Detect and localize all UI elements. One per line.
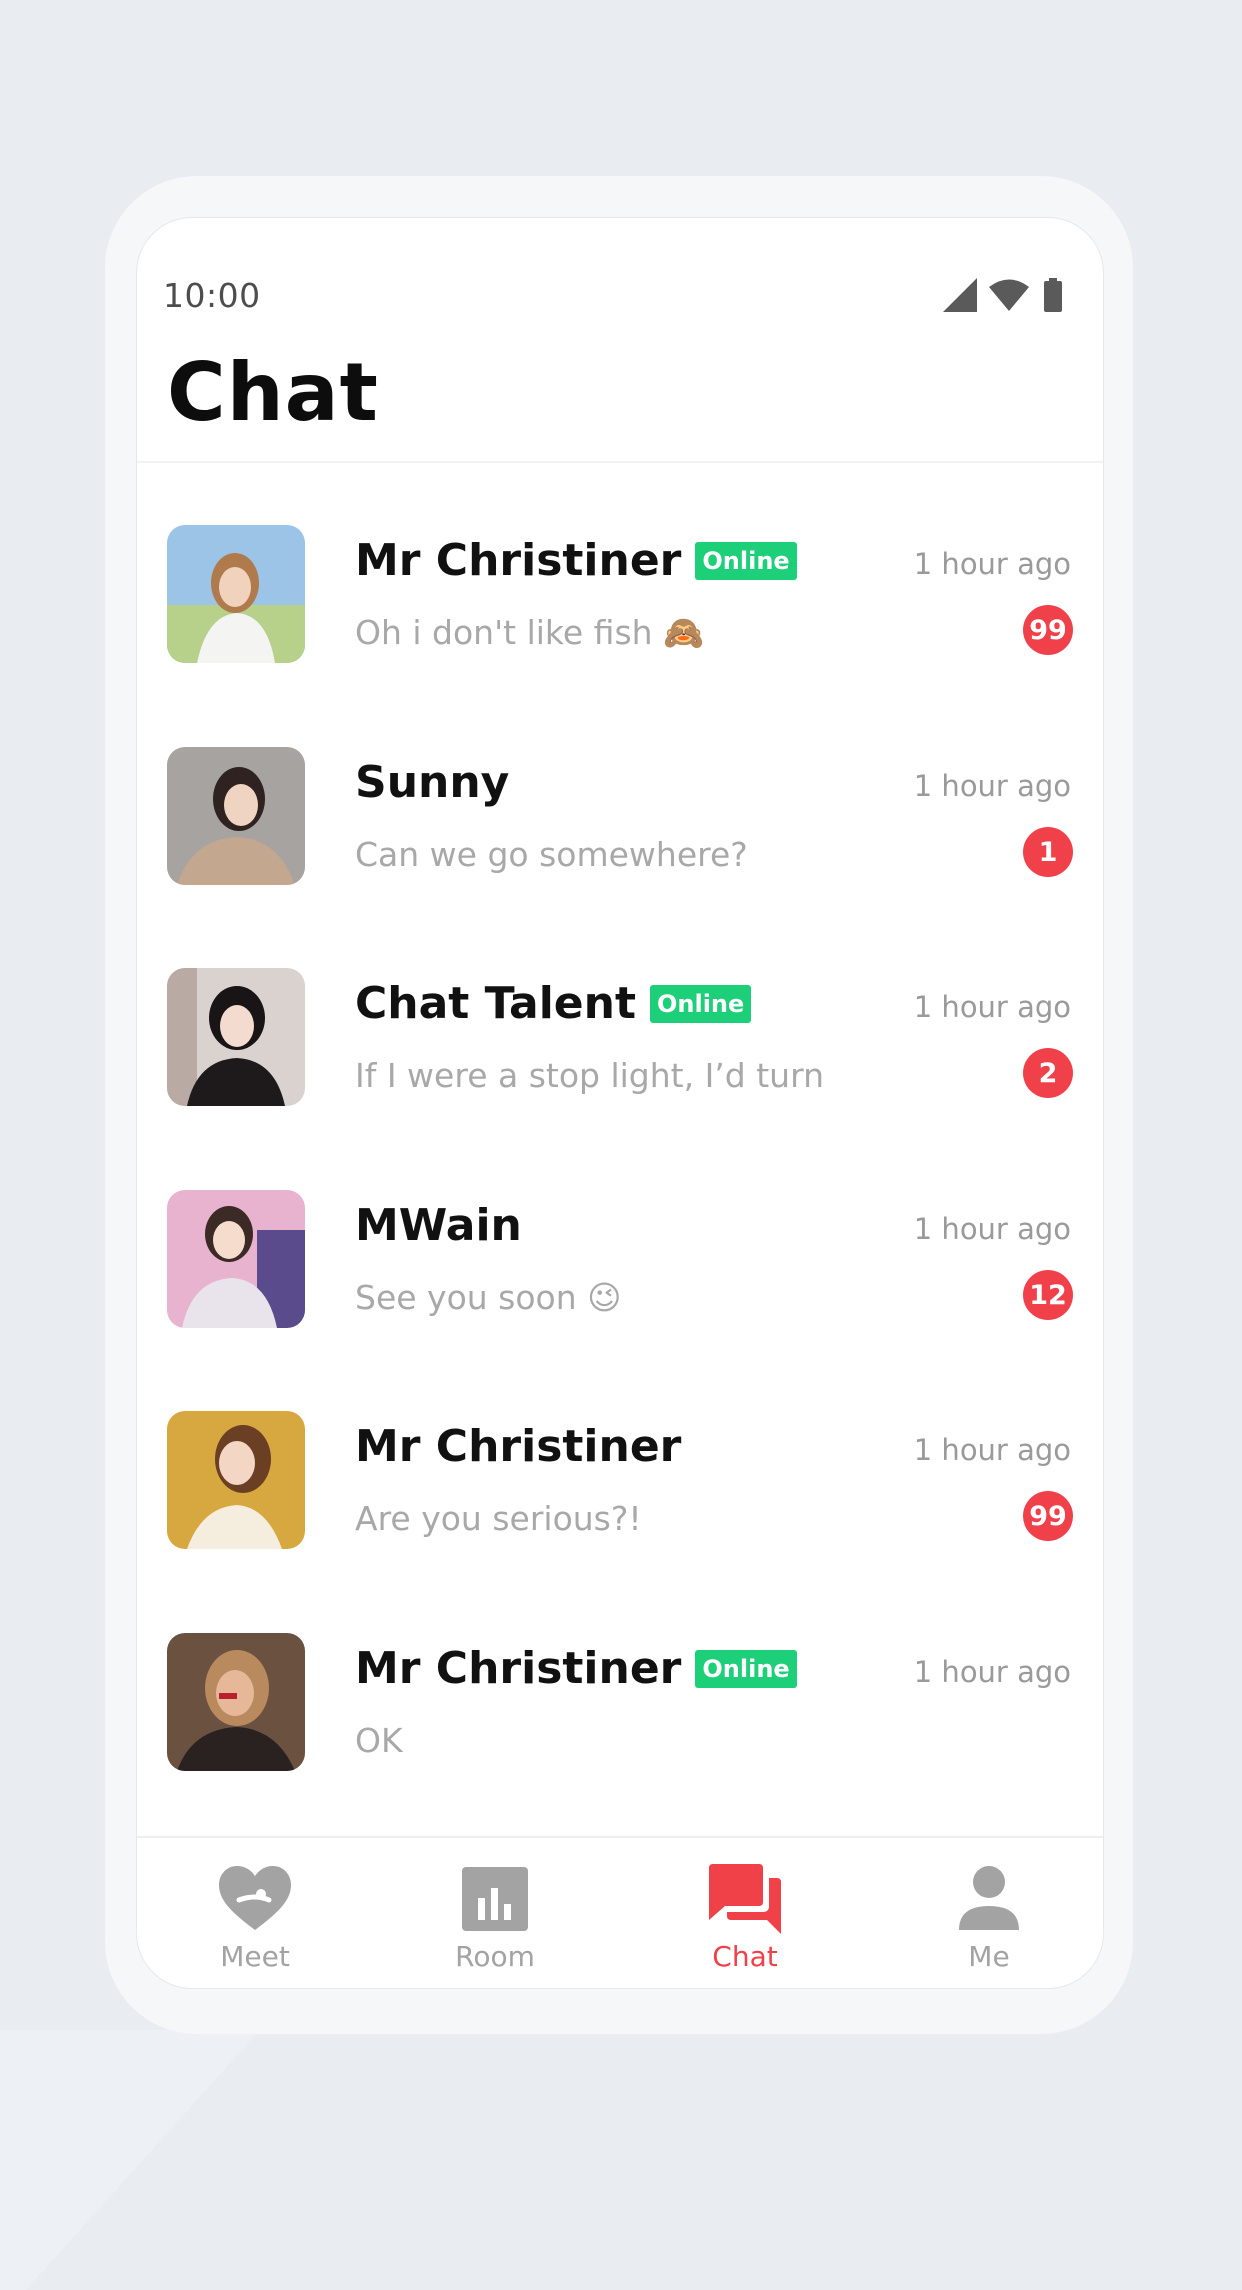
contact-name: Mr Christiner xyxy=(355,1421,682,1472)
tab-label: Chat xyxy=(712,1940,778,1973)
message-time: 1 hour ago xyxy=(913,547,1071,581)
chat-row[interactable]: MWain 1 hour ago See you soon 😉 12 xyxy=(137,1190,1103,1330)
avatar xyxy=(167,1190,305,1328)
contact-name: Mr Christiner xyxy=(355,535,682,586)
tab-meet[interactable]: Meet xyxy=(155,1838,355,1988)
heart-icon xyxy=(219,1866,291,1930)
bottom-tab-bar: Meet Room Chat Me xyxy=(137,1838,1103,1988)
chat-row[interactable]: Chat Talent Online 1 hour ago If I were … xyxy=(137,968,1103,1108)
contact-name: Chat Talent xyxy=(355,978,636,1029)
message-time: 1 hour ago xyxy=(913,1433,1071,1467)
chat-row[interactable]: Mr Christiner Online 1 hour ago Oh i don… xyxy=(137,525,1103,665)
message-time: 1 hour ago xyxy=(913,990,1071,1024)
online-badge: Online xyxy=(695,1649,797,1688)
contact-name: Mr Christiner xyxy=(355,1643,682,1694)
battery-icon xyxy=(1044,278,1062,312)
avatar xyxy=(167,747,305,885)
online-badge: Online xyxy=(695,541,797,580)
tab-room[interactable]: Room xyxy=(395,1838,595,1988)
chat-row[interactable]: Mr Christiner Online 1 hour ago OK xyxy=(137,1633,1103,1773)
unread-badge: 1 xyxy=(1023,827,1073,877)
contact-name: Sunny xyxy=(355,757,510,808)
phone-screen: 10:00 Chat Mr Christiner Online 1 hour a… xyxy=(136,217,1104,1989)
page-title: Chat xyxy=(167,346,379,439)
chat-name-row: Mr Christiner xyxy=(355,1421,681,1472)
last-message: See you soon 😉 xyxy=(355,1278,622,1317)
last-message: Oh i don't like fish 🙈 xyxy=(355,613,705,652)
person-icon xyxy=(959,1866,1019,1930)
avatar xyxy=(167,968,305,1106)
chat-name-row: MWain xyxy=(355,1200,522,1251)
online-badge: Online xyxy=(649,984,752,1023)
chat-name-row: Mr Christiner Online xyxy=(355,535,797,586)
avatar xyxy=(167,1633,305,1771)
chat-name-row: Chat Talent Online xyxy=(355,978,752,1029)
signal-icon xyxy=(943,278,977,312)
tab-chat[interactable]: Chat xyxy=(645,1838,845,1988)
tab-label: Me xyxy=(968,1940,1010,1973)
status-icons xyxy=(943,278,1073,314)
header-divider xyxy=(137,461,1103,463)
unread-badge: 99 xyxy=(1023,1491,1073,1541)
unread-badge: 99 xyxy=(1023,605,1073,655)
last-message: Can we go somewhere? xyxy=(355,835,748,874)
tab-me[interactable]: Me xyxy=(889,1838,1089,1988)
chat-row[interactable]: Sunny 1 hour ago Can we go somewhere? 1 xyxy=(137,747,1103,887)
message-time: 1 hour ago xyxy=(913,769,1071,803)
chart-icon xyxy=(462,1867,528,1931)
last-message: OK xyxy=(355,1721,403,1760)
unread-badge: 2 xyxy=(1023,1048,1073,1098)
status-time: 10:00 xyxy=(163,276,261,315)
last-message: Are you serious?! xyxy=(355,1499,642,1538)
chat-row[interactable]: Mr Christiner 1 hour ago Are you serious… xyxy=(137,1411,1103,1551)
chat-name-row: Sunny xyxy=(355,757,509,808)
unread-badge: 12 xyxy=(1023,1270,1073,1320)
background-shape xyxy=(0,2030,260,2290)
avatar xyxy=(167,525,305,663)
last-message: If I were a stop light, I’d turn xyxy=(355,1056,824,1095)
chat-name-row: Mr Christiner Online xyxy=(355,1643,797,1694)
tab-label: Room xyxy=(455,1940,535,1973)
contact-name: MWain xyxy=(355,1200,522,1251)
message-time: 1 hour ago xyxy=(913,1655,1071,1689)
wifi-icon xyxy=(989,279,1029,311)
chat-icon xyxy=(709,1864,781,1934)
message-time: 1 hour ago xyxy=(913,1212,1071,1246)
tab-label: Meet xyxy=(220,1940,290,1973)
avatar xyxy=(167,1411,305,1549)
